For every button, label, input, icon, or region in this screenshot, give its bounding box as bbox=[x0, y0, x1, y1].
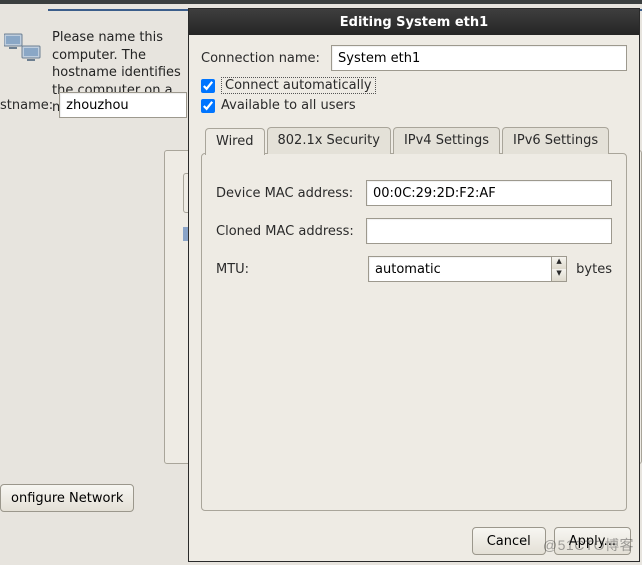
cloned-mac-label: Cloned MAC address: bbox=[216, 224, 366, 239]
cloned-mac-input[interactable] bbox=[366, 218, 612, 244]
mtu-unit: bytes bbox=[573, 262, 612, 277]
hostname-label: stname: bbox=[0, 98, 53, 113]
apply-button[interactable]: Apply... bbox=[554, 527, 631, 555]
dialog-title: Editing System eth1 bbox=[340, 15, 488, 30]
mtu-label: MTU: bbox=[216, 262, 362, 277]
tab-8021x-security[interactable]: 802.1x Security bbox=[267, 127, 391, 154]
connect-automatically-label[interactable]: Connect automatically bbox=[221, 77, 376, 94]
mtu-step-up[interactable]: ▲ bbox=[552, 257, 566, 269]
dialog-titlebar[interactable]: Editing System eth1 bbox=[189, 9, 639, 35]
available-all-users-checkbox[interactable] bbox=[201, 99, 215, 113]
connection-name-input[interactable] bbox=[331, 45, 627, 71]
tab-ipv4-settings[interactable]: IPv4 Settings bbox=[393, 127, 500, 154]
cancel-button[interactable]: Cancel bbox=[472, 527, 546, 555]
tab-ipv6-settings[interactable]: IPv6 Settings bbox=[502, 127, 609, 154]
connection-name-label: Connection name: bbox=[201, 51, 331, 66]
network-icon bbox=[4, 30, 44, 64]
available-all-users-label[interactable]: Available to all users bbox=[221, 98, 356, 113]
mtu-spinbox[interactable]: ▲ ▼ bbox=[368, 256, 567, 282]
configure-network-button[interactable]: onfigure Network bbox=[0, 484, 134, 512]
mtu-input[interactable] bbox=[368, 256, 551, 282]
edit-connection-dialog: Editing System eth1 Connection name: Con… bbox=[188, 8, 640, 562]
connect-automatically-checkbox[interactable] bbox=[201, 79, 215, 93]
tabs: Wired 802.1x Security IPv4 Settings IPv6… bbox=[201, 127, 627, 511]
device-mac-input[interactable] bbox=[366, 180, 612, 206]
hostname-input[interactable] bbox=[59, 92, 187, 118]
mtu-step-down[interactable]: ▼ bbox=[552, 269, 566, 281]
device-mac-label: Device MAC address: bbox=[216, 186, 366, 201]
tab-wired[interactable]: Wired bbox=[205, 128, 265, 155]
wired-tab-panel: Device MAC address: Cloned MAC address: … bbox=[201, 153, 627, 511]
